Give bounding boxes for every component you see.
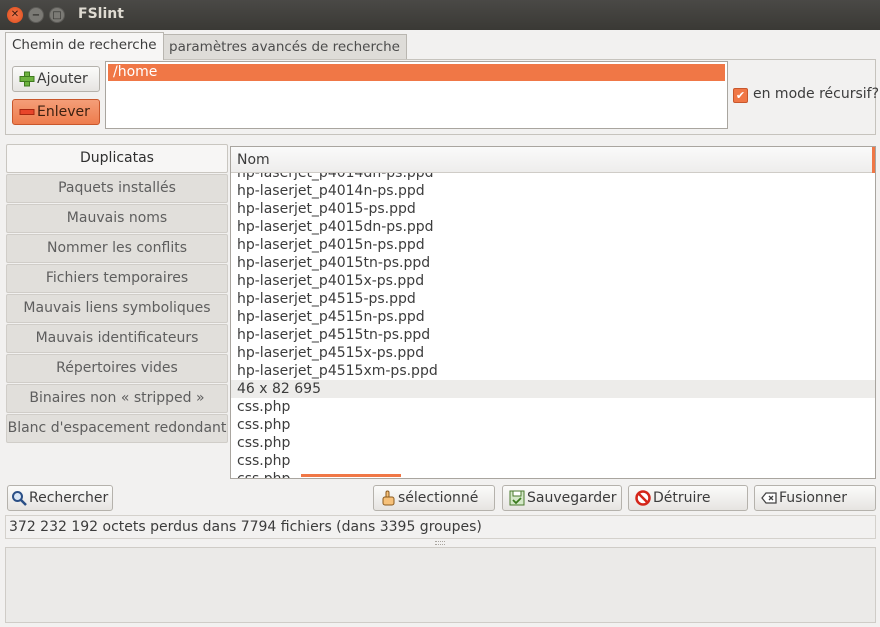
- output-panel: [5, 547, 876, 623]
- add-path-label: Ajouter: [37, 71, 88, 87]
- path-row-selected[interactable]: /home: [108, 64, 725, 81]
- list-item[interactable]: hp-laserjet_p4014n-ps.ppd: [231, 182, 875, 200]
- window-title: FSlint: [78, 6, 124, 22]
- status-text: 372 232 192 octets perdus dans 7794 fich…: [9, 519, 482, 535]
- list-item[interactable]: hp-laserjet_p4515tn-ps.ppd: [231, 326, 875, 344]
- sidebar-item-duplicates[interactable]: Duplicatas: [6, 144, 228, 173]
- results-list[interactable]: Nom hp-laserjet_p4014dn-ps.ppd hp-laserj…: [230, 146, 876, 479]
- list-item[interactable]: hp-laserjet_p4015n-ps.ppd: [231, 236, 875, 254]
- search-button-label: Rechercher: [29, 490, 109, 506]
- selected-button[interactable]: sélectionné: [373, 485, 495, 511]
- list-item[interactable]: hp-laserjet_p4015dn-ps.ppd: [231, 218, 875, 236]
- maximize-window-button[interactable]: □: [49, 7, 65, 23]
- sidebar-item-empty-dirs[interactable]: Répertoires vides: [6, 354, 228, 383]
- pane-resize-grip[interactable]: [435, 541, 445, 545]
- title-bar: ✕ − □ FSlint: [0, 0, 880, 30]
- backspace-icon: [761, 492, 777, 504]
- list-item[interactable]: css.php: [231, 416, 875, 434]
- search-button[interactable]: Rechercher: [7, 485, 113, 511]
- list-item[interactable]: hp-laserjet_p4515n-ps.ppd: [231, 308, 875, 326]
- list-item[interactable]: css.php: [231, 452, 875, 470]
- list-item[interactable]: css.php: [231, 398, 875, 416]
- recursive-label: en mode récursif?: [753, 86, 880, 102]
- recursive-checkbox[interactable]: ✔: [733, 88, 748, 103]
- list-item[interactable]: hp-laserjet_p4015tn-ps.ppd: [231, 254, 875, 272]
- selected-button-label: sélectionné: [398, 490, 479, 506]
- status-bar: 372 232 192 octets perdus dans 7794 fich…: [5, 515, 876, 539]
- plus-icon: [19, 71, 35, 87]
- save-icon: [509, 490, 525, 506]
- sidebar-item-redundant-whitespace[interactable]: Blanc d'espacement redondant: [6, 414, 228, 443]
- sidebar-item-temp-files[interactable]: Fichiers temporaires: [6, 264, 228, 293]
- column-resize-handle[interactable]: [872, 147, 875, 173]
- minimize-window-button[interactable]: −: [28, 7, 44, 23]
- sidebar-item-unstripped-binaries[interactable]: Binaires non « stripped »: [6, 384, 228, 413]
- stop-icon: [635, 490, 651, 506]
- list-item[interactable]: hp-laserjet_p4515xm-ps.ppd: [231, 362, 875, 380]
- tab-advanced-search[interactable]: paramètres avancés de recherche: [162, 34, 407, 60]
- delete-button[interactable]: Détruire: [628, 485, 748, 511]
- close-window-button[interactable]: ✕: [7, 7, 23, 23]
- remove-path-button[interactable]: Enlever: [12, 99, 100, 125]
- add-path-button[interactable]: Ajouter: [12, 66, 100, 92]
- remove-path-label: Enlever: [37, 104, 90, 120]
- group-header-row[interactable]: 46 x 82 695: [231, 380, 875, 398]
- minus-icon: [19, 109, 35, 115]
- save-button[interactable]: Sauvegarder: [502, 485, 622, 511]
- sidebar-item-bad-symlinks[interactable]: Mauvais liens symboliques: [6, 294, 228, 323]
- search-path-list[interactable]: /home: [105, 61, 728, 129]
- results-rows: hp-laserjet_p4014dn-ps.ppd hp-laserjet_p…: [231, 173, 875, 478]
- list-item[interactable]: hp-laserjet_p4515-ps.ppd: [231, 290, 875, 308]
- list-item[interactable]: css.php: [231, 434, 875, 452]
- hand-pointer-icon: [382, 490, 395, 506]
- list-item[interactable]: hp-laserjet_p4515x-ps.ppd: [231, 344, 875, 362]
- list-item[interactable]: hp-laserjet_p4015-ps.ppd: [231, 200, 875, 218]
- merge-button-label: Fusionner: [779, 490, 848, 506]
- sidebar-item-installed-packages[interactable]: Paquets installés: [6, 174, 228, 203]
- tab-search-path[interactable]: Chemin de recherche: [5, 32, 164, 60]
- horizontal-scroll-indicator[interactable]: [301, 474, 401, 477]
- save-button-label: Sauvegarder: [527, 490, 617, 506]
- column-header-label: Nom: [237, 152, 270, 168]
- column-header-name[interactable]: Nom: [231, 147, 875, 173]
- list-item[interactable]: hp-laserjet_p4014dn-ps.ppd: [231, 173, 875, 182]
- magnifier-icon: [12, 491, 27, 506]
- list-item[interactable]: hp-laserjet_p4015x-ps.ppd: [231, 272, 875, 290]
- sidebar-item-name-clashes[interactable]: Nommer les conflits: [6, 234, 228, 263]
- delete-button-label: Détruire: [653, 490, 711, 506]
- sidebar-item-bad-ids[interactable]: Mauvais identificateurs: [6, 324, 228, 353]
- merge-button[interactable]: Fusionner: [754, 485, 876, 511]
- sidebar-item-bad-names[interactable]: Mauvais noms: [6, 204, 228, 233]
